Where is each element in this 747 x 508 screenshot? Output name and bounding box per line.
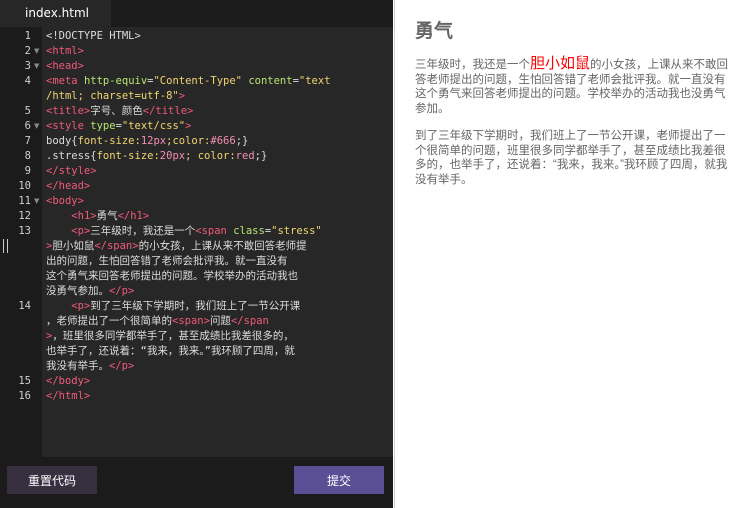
line-number: 12 bbox=[18, 210, 31, 222]
code-line: <p>三年级时，我还是一个<span class="stress" bbox=[71, 225, 322, 237]
line-number: 11 bbox=[18, 195, 31, 207]
line-number: 2 bbox=[24, 45, 31, 57]
code-line: <title>字号、颜色</title> bbox=[46, 105, 194, 117]
code-line: <head> bbox=[46, 60, 84, 72]
preview-panel: 勇气 三年级时，我还是一个胆小如鼠的小女孩，上课从来不敢回答老师提出的问题，生怕… bbox=[394, 0, 747, 508]
code-line: >胆小如鼠</span>的小女孩，上课从来不敢回答老师提 bbox=[46, 240, 307, 252]
stress-text: 胆小如鼠 bbox=[530, 55, 591, 72]
code-line: </html> bbox=[46, 390, 91, 402]
fold-arrow-icon[interactable]: ▼ bbox=[34, 119, 39, 134]
fold-arrow-icon[interactable]: ▼ bbox=[34, 59, 39, 74]
tab-bar: index.html bbox=[0, 0, 393, 27]
line-number: 3 bbox=[24, 60, 31, 72]
drag-handle-icon[interactable] bbox=[3, 239, 8, 253]
line-number: 5 bbox=[24, 105, 31, 117]
code-line: <h1>勇气</h1> bbox=[71, 210, 150, 222]
code-line: </style> bbox=[46, 165, 97, 177]
tab-index-html[interactable]: index.html bbox=[0, 0, 111, 27]
code-line: 我没有举手。</p> bbox=[46, 360, 135, 372]
line-number: 7 bbox=[24, 135, 31, 147]
code-line: <style type="text/css"> bbox=[46, 120, 192, 132]
line-number: 13 bbox=[18, 225, 31, 237]
code-line: /html; charset=utf-8"> bbox=[46, 90, 186, 102]
code-line: ，老师提出了一个很简单的<span>问题</span bbox=[46, 315, 269, 327]
line-number: 10 bbox=[18, 180, 31, 192]
fold-arrow-icon[interactable]: ▼ bbox=[34, 194, 39, 209]
line-number: 9 bbox=[24, 165, 31, 177]
code-line: 这个勇气来回答老师提出的问题。学校举办的活动我也 bbox=[46, 270, 298, 282]
code-line: >，班里很多同学都举手了，甚至成绩比我差很多的， bbox=[46, 330, 294, 342]
code-line: <!DOCTYPE HTML> bbox=[46, 30, 141, 42]
code-line: .stress{font-size:20px; color:red;} bbox=[46, 150, 268, 162]
code-line: 出的问题，生怕回答错了老师会批评我。就一直没有 bbox=[46, 255, 288, 267]
line-number: 16 bbox=[18, 390, 31, 402]
preview-paragraph-2: 到了三年级下学期时，我们班上了一节公开课，老师提出了一个很简单的问题，班里很多同… bbox=[415, 130, 728, 186]
code-line: 也举手了，还说着：“我来，我来。”我环顾了四周，就 bbox=[46, 345, 295, 357]
preview-heading: 勇气 bbox=[415, 21, 454, 42]
code-line: <html> bbox=[46, 45, 84, 57]
code-line: body{font-size:12px;color:#666;} bbox=[46, 135, 249, 147]
code-line: </head> bbox=[46, 180, 91, 192]
code-line: <p>到了三年级下学期时，我们班上了一节公开课 bbox=[71, 300, 301, 312]
line-number: 4 bbox=[24, 75, 31, 87]
fold-arrow-icon[interactable]: ▼ bbox=[34, 44, 39, 59]
line-number: 8 bbox=[24, 150, 31, 162]
submit-button[interactable]: 提交 bbox=[294, 466, 384, 494]
line-number: 14 bbox=[18, 300, 31, 312]
line-number: 1 bbox=[24, 30, 31, 42]
code-line: <meta http-equiv="Content-Type" content=… bbox=[46, 75, 331, 87]
reset-code-button[interactable]: 重置代码 bbox=[7, 466, 97, 494]
line-number: 6 bbox=[24, 120, 31, 132]
code-line: 没勇气参加。</p> bbox=[46, 285, 135, 297]
code-line: <body> bbox=[46, 195, 84, 207]
line-number: 15 bbox=[18, 375, 31, 387]
code-line: </body> bbox=[46, 375, 91, 387]
preview-paragraph-1: 三年级时，我还是一个胆小如鼠的小女孩，上课从来不敢回答老师提出的问题，生怕回答错… bbox=[415, 55, 729, 115]
code-editor-panel: index.html 1 2 3 4 5 6 7 8 9 10 11 12 13… bbox=[0, 0, 393, 508]
